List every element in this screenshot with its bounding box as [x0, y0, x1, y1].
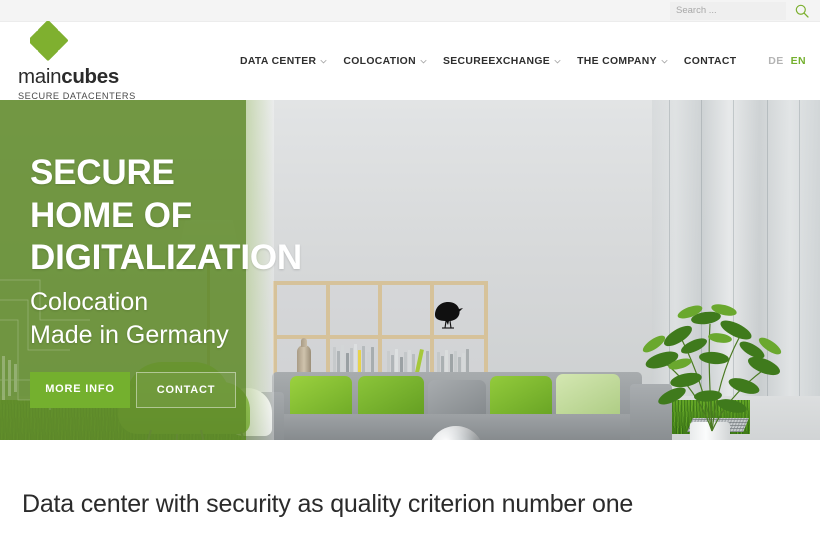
chevron-down-icon	[420, 59, 427, 63]
nav-item-data-center[interactable]: DATA CENTER	[232, 50, 335, 73]
chevron-down-icon	[554, 59, 561, 63]
search-icon[interactable]	[794, 3, 810, 19]
logo-wordmark: maincubes	[18, 67, 119, 88]
hero-headline: SECURE HOME OF DIGITALIZATION	[30, 152, 302, 280]
site-logo[interactable]: maincubes SECURE DATACENTERS	[0, 21, 190, 101]
hero-headline-line-3: DIGITALIZATION	[30, 238, 302, 278]
hero-subheadline-line-2: Made in Germany	[30, 321, 229, 350]
section-heading: Data center with security as quality cri…	[22, 490, 634, 518]
nav-item-secureexchange[interactable]: SECUREEXCHANGE	[435, 50, 569, 73]
main-navigation: DATA CENTER COLOCATION SECUREEXCHANGE TH…	[232, 50, 768, 73]
logo-word-cubes: cubes	[61, 65, 119, 89]
contact-button[interactable]: CONTACT	[136, 371, 236, 408]
nav-label: THE COMPANY	[577, 55, 657, 67]
language-switcher: DE EN	[768, 55, 820, 67]
nav-label: COLOCATION	[343, 55, 416, 67]
search-input[interactable]	[670, 1, 786, 20]
hero-banner: SECURE HOME OF DIGITALIZATION Colocation…	[0, 100, 820, 440]
chevron-down-icon	[320, 59, 327, 63]
site-header: maincubes SECURE DATACENTERS DATA CENTER…	[0, 21, 820, 101]
ficus-plant-icon	[642, 304, 782, 432]
hero-subheadline-line-1: Colocation	[30, 288, 149, 317]
hero-content: SECURE HOME OF DIGITALIZATION Colocation…	[30, 152, 302, 408]
cubes-diamond-logo-icon	[30, 21, 68, 61]
lang-option-de[interactable]: DE	[768, 55, 783, 67]
nav-item-the-company[interactable]: THE COMPANY	[569, 50, 676, 73]
search-bar[interactable]	[670, 1, 810, 20]
nav-item-contact[interactable]: CONTACT	[676, 50, 744, 73]
lang-option-en[interactable]: EN	[791, 55, 806, 67]
nav-item-colocation[interactable]: COLOCATION	[335, 50, 435, 73]
nav-label: SECUREEXCHANGE	[442, 55, 551, 67]
nav-label: CONTACT	[683, 55, 737, 67]
bird-figurine-icon	[435, 302, 463, 329]
main-content: Data center with security as quality cri…	[0, 440, 820, 519]
nav-label: DATA CENTER	[240, 55, 317, 67]
more-info-button[interactable]: MORE INFO	[30, 371, 130, 408]
hero-subheadline: Colocation Made in Germany	[30, 286, 302, 353]
chevron-down-icon	[661, 59, 668, 63]
utility-top-bar	[0, 0, 820, 22]
hero-headline-line-2: HOME OF	[30, 195, 192, 235]
hero-cta-group: MORE INFO CONTACT	[30, 371, 302, 408]
hero-headline-line-1: SECURE	[30, 153, 175, 192]
logo-word-main: main	[18, 65, 62, 89]
